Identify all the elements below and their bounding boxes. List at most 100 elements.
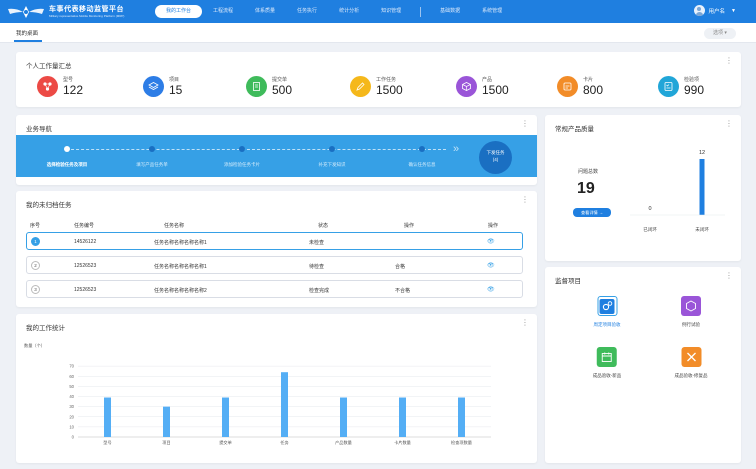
- app-title: 车事代表移动监管平台: [49, 5, 124, 13]
- card-title: 个人工作量汇总: [26, 63, 72, 70]
- task-code: 12526523: [74, 287, 97, 293]
- step-label-2[interactable]: 填写产品任务单: [136, 162, 168, 168]
- more-options-icon[interactable]: ⋮: [725, 272, 733, 280]
- table-row[interactable]: 2 12526523 任务名称名称名称名称1 待检查 合格 👁: [26, 256, 523, 274]
- top-navbar: 车事代表移动监管平台 Military representative Mobil…: [0, 0, 756, 23]
- quality-bar-label: 未闭环: [695, 226, 709, 233]
- product-quality-card: 常规产品质量 ⋮ 问题总数 19 查看详情 → 0 已闭环 12 未闭环: [545, 115, 741, 261]
- table-row[interactable]: 1 14526122 任务名称名称名称名称1 未检查 👁: [26, 232, 523, 250]
- view-eye-icon[interactable]: 👁: [487, 238, 495, 245]
- stat-inspection-item[interactable]: 检验项 990: [658, 76, 704, 97]
- work-stats-bar-chart: 数量（个） 0 10 20 30 40 50 60 70 型号 项目 提交单 任务 产品数量 卡片数量 检查项…: [24, 342, 491, 446]
- y-tick-label: 40: [69, 394, 74, 399]
- bar: [399, 397, 406, 437]
- tab-my-desktop[interactable]: 我的桌面: [16, 29, 38, 37]
- stat-label: 检验项: [684, 76, 700, 83]
- wings-emblem-icon: [8, 5, 44, 18]
- tab-options-button[interactable]: 选项 ▾: [704, 28, 736, 39]
- project-label: 例行试验: [682, 322, 700, 327]
- nav-item-system[interactable]: 系统管理: [471, 5, 513, 18]
- stat-value: 990: [684, 82, 705, 97]
- project-label: 成品验收-新品: [592, 373, 622, 378]
- step-dot-2[interactable]: [149, 146, 155, 152]
- task-name: 任务名称名称名称名称2: [154, 288, 207, 294]
- project-acceptance-repaired[interactable]: 成品验收-修复品: [675, 347, 708, 379]
- dispatch-task-count: (4): [492, 156, 499, 162]
- card-title: 我的未归档任务: [26, 202, 72, 209]
- project-routine-test[interactable]: 例行试验: [681, 296, 701, 328]
- guide-progress-line: [66, 149, 446, 150]
- nav-divider: [420, 6, 422, 17]
- step-label-4[interactable]: 补充下发知识: [319, 162, 346, 168]
- more-options-icon[interactable]: ⋮: [521, 120, 529, 128]
- y-tick-label: 60: [69, 374, 74, 379]
- column-header: 状态: [318, 223, 329, 229]
- stat-model[interactable]: 型号 122: [37, 76, 83, 97]
- card-title: 监督项目: [555, 278, 581, 285]
- stat-project[interactable]: 项目 15: [143, 76, 182, 97]
- user-name: 用户名: [708, 8, 726, 15]
- stat-work-task[interactable]: 工作任务 1500: [350, 76, 403, 97]
- x-tick-label: 提交单: [219, 439, 232, 446]
- tab-strip: 我的桌面 选项 ▾: [0, 23, 756, 43]
- column-header: 操作: [404, 223, 415, 229]
- app-logo[interactable]: 车事代表移动监管平台 Military representative Mobil…: [6, 3, 141, 21]
- step-label-1[interactable]: 选择检验任务及项目: [47, 162, 88, 168]
- view-eye-icon[interactable]: 👁: [487, 262, 495, 269]
- stat-label: 提交单: [272, 76, 288, 83]
- nav-item-base-data[interactable]: 基础数据: [429, 5, 471, 18]
- x-tick-label: 卡片数量: [394, 439, 411, 446]
- document-icon: [246, 76, 267, 97]
- step-dot-1[interactable]: [64, 146, 70, 152]
- task-status: 检查完成: [309, 288, 330, 294]
- view-eye-icon[interactable]: 👁: [487, 286, 495, 293]
- more-options-icon[interactable]: ⋮: [521, 196, 529, 204]
- nav-item-quality-system[interactable]: 体系质量: [244, 5, 286, 18]
- stat-submission[interactable]: 提交单 500: [246, 76, 292, 97]
- task-result: 合格: [395, 264, 406, 270]
- step-dot-5[interactable]: [419, 146, 425, 152]
- table-header: 序号 任务编号 任务名称 状态 操作 操作: [26, 222, 536, 232]
- nav-item-knowledge[interactable]: 知识管理: [370, 5, 412, 18]
- quality-bar-label: 已闭环: [643, 226, 657, 233]
- stat-value: 15: [169, 82, 183, 97]
- task-name: 任务名称名称名称名称1: [154, 240, 207, 246]
- x-tick-label: 任务: [280, 439, 289, 446]
- user-menu[interactable]: 用户名 ▼: [693, 5, 736, 16]
- column-header: 任务名称: [164, 223, 185, 229]
- nav-item-engineering[interactable]: 工程流程: [202, 5, 244, 18]
- project-fixed-acceptance[interactable]: 周定项目验收: [594, 296, 621, 328]
- work-stats-card: 我的工作统计 ⋮ 数量（个） 0 10 20 30 40 50 60 70 型号 项目 提交单 任务 产品…: [16, 314, 537, 463]
- y-tick-label: 10: [69, 424, 74, 429]
- workload-summary-card: 个人工作量汇总 ⋮ 型号 122 项目 15 提交单 500 工作任务 1500…: [16, 52, 741, 107]
- nav-item-workbench[interactable]: 我的工作台: [155, 5, 203, 18]
- stat-card[interactable]: 卡片 800: [557, 76, 603, 97]
- bar: [458, 397, 465, 437]
- quality-bar: [699, 159, 705, 215]
- stat-label: 项目: [169, 76, 180, 83]
- project-acceptance-new[interactable]: 成品验收-新品: [592, 347, 622, 379]
- bar: [222, 397, 229, 437]
- step-dot-4[interactable]: [329, 146, 335, 152]
- y-tick-label: 20: [69, 414, 74, 419]
- issue-closure-mini-chart: 0 已闭环 12 未闭环: [630, 150, 725, 233]
- more-options-icon[interactable]: ⋮: [725, 57, 733, 65]
- task-status: 待检查: [309, 264, 325, 270]
- nav-item-statistics[interactable]: 统计分析: [328, 5, 370, 18]
- stat-value: 500: [272, 82, 293, 97]
- step-label-5[interactable]: 确认任务信息: [409, 162, 436, 168]
- cube-icon: [456, 76, 477, 97]
- checklist-icon: [658, 76, 679, 97]
- step-label-3[interactable]: 添加检验任务卡片: [224, 162, 260, 168]
- nav-item-task-execution[interactable]: 任务执行: [286, 5, 328, 18]
- main-nav: 我的工作台 工程流程 体系质量 任务执行 统计分析 知识管理 基础数据 系统管理: [155, 0, 513, 23]
- y-axis-title: 数量（个）: [24, 342, 45, 349]
- step-dot-3[interactable]: [239, 146, 245, 152]
- stat-value: 1500: [482, 82, 509, 97]
- bar: [104, 397, 111, 437]
- stat-product[interactable]: 产品 1500: [456, 76, 509, 97]
- x-tick-label: 检查项数量: [451, 439, 472, 446]
- dispatch-task-button[interactable]: 下发任务 (4): [479, 141, 512, 174]
- table-row[interactable]: 3 12526523 任务名称名称名称名称2 检查完成 不合格 👁: [26, 280, 523, 298]
- task-result: 不合格: [395, 288, 411, 294]
